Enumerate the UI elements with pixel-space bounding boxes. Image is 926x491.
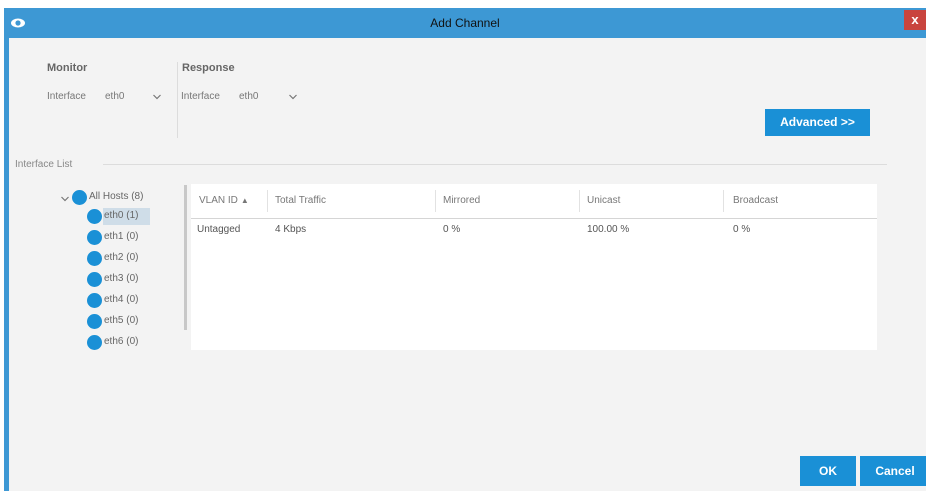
- section-divider: [177, 62, 178, 138]
- cell-vlan-id: Untagged: [197, 224, 241, 235]
- response-interface-label: Interface: [181, 91, 220, 102]
- column-separator: [723, 190, 724, 212]
- dialog-content: Monitor Interface eth0 Response Interfac…: [9, 38, 926, 491]
- table-header: VLAN ID ▲ Total Traffic Mirrored Unicast …: [191, 184, 877, 219]
- cell-total-traffic: 4 Kbps: [275, 224, 307, 235]
- interface-list-divider: [103, 164, 887, 165]
- column-header-broadcast[interactable]: Broadcast: [733, 184, 778, 218]
- host-group-icon: [72, 190, 87, 205]
- interface-icon: [87, 251, 102, 266]
- monitor-interface-value: eth0: [105, 91, 125, 102]
- tree-item-label: eth2 (0): [104, 252, 139, 263]
- cell-broadcast: 0 %: [733, 224, 751, 235]
- sort-ascending-icon: ▲: [240, 196, 249, 205]
- cell-mirrored: 0 %: [443, 224, 461, 235]
- column-header-vlan-id[interactable]: VLAN ID ▲: [199, 184, 249, 218]
- column-separator: [435, 190, 436, 212]
- tree-item-label: eth0 (1): [104, 210, 139, 221]
- tree-item-label: eth5 (0): [104, 315, 139, 326]
- vlan-table: VLAN ID ▲ Total Traffic Mirrored Unicast …: [191, 184, 877, 350]
- tree-expand-chevron-icon[interactable]: [61, 195, 69, 203]
- interface-icon: [87, 272, 102, 287]
- column-header-unicast[interactable]: Unicast: [587, 184, 620, 218]
- tree-item-label: eth4 (0): [104, 294, 139, 305]
- column-separator: [579, 190, 580, 212]
- dialog-title: Add Channel: [430, 16, 500, 30]
- column-header-total-traffic[interactable]: Total Traffic: [275, 184, 326, 218]
- monitor-interface-label: Interface: [47, 91, 86, 102]
- column-separator: [267, 190, 268, 212]
- interface-list-label: Interface List: [15, 159, 73, 170]
- chevron-down-icon: [289, 94, 297, 100]
- chevron-down-icon: [153, 94, 161, 100]
- cancel-button[interactable]: Cancel: [860, 456, 926, 486]
- column-header-label: VLAN ID: [199, 195, 238, 206]
- column-header-mirrored[interactable]: Mirrored: [443, 184, 480, 218]
- tree-item-label: eth1 (0): [104, 231, 139, 242]
- interface-icon: [87, 314, 102, 329]
- tree-item-label: All Hosts (8): [89, 191, 144, 202]
- response-heading: Response: [182, 62, 235, 74]
- response-interface-value: eth0: [239, 91, 259, 102]
- tree-item-label: eth6 (0): [104, 336, 139, 347]
- add-channel-dialog: Add Channel x Monitor Interface eth0 Res…: [4, 8, 926, 491]
- tree-item-label: eth3 (0): [104, 273, 139, 284]
- advanced-button[interactable]: Advanced >>: [765, 109, 870, 136]
- monitor-heading: Monitor: [47, 62, 88, 74]
- interface-icon: [87, 335, 102, 350]
- tree-scrollbar[interactable]: [184, 185, 187, 330]
- top-strip: [0, 0, 926, 8]
- ok-button[interactable]: OK: [800, 456, 856, 486]
- interface-icon: [87, 230, 102, 245]
- title-bar: Add Channel x: [4, 8, 926, 38]
- cell-unicast: 100.00 %: [587, 224, 630, 235]
- interface-icon: [87, 293, 102, 308]
- close-button[interactable]: x: [904, 10, 926, 30]
- interface-icon: [87, 209, 102, 224]
